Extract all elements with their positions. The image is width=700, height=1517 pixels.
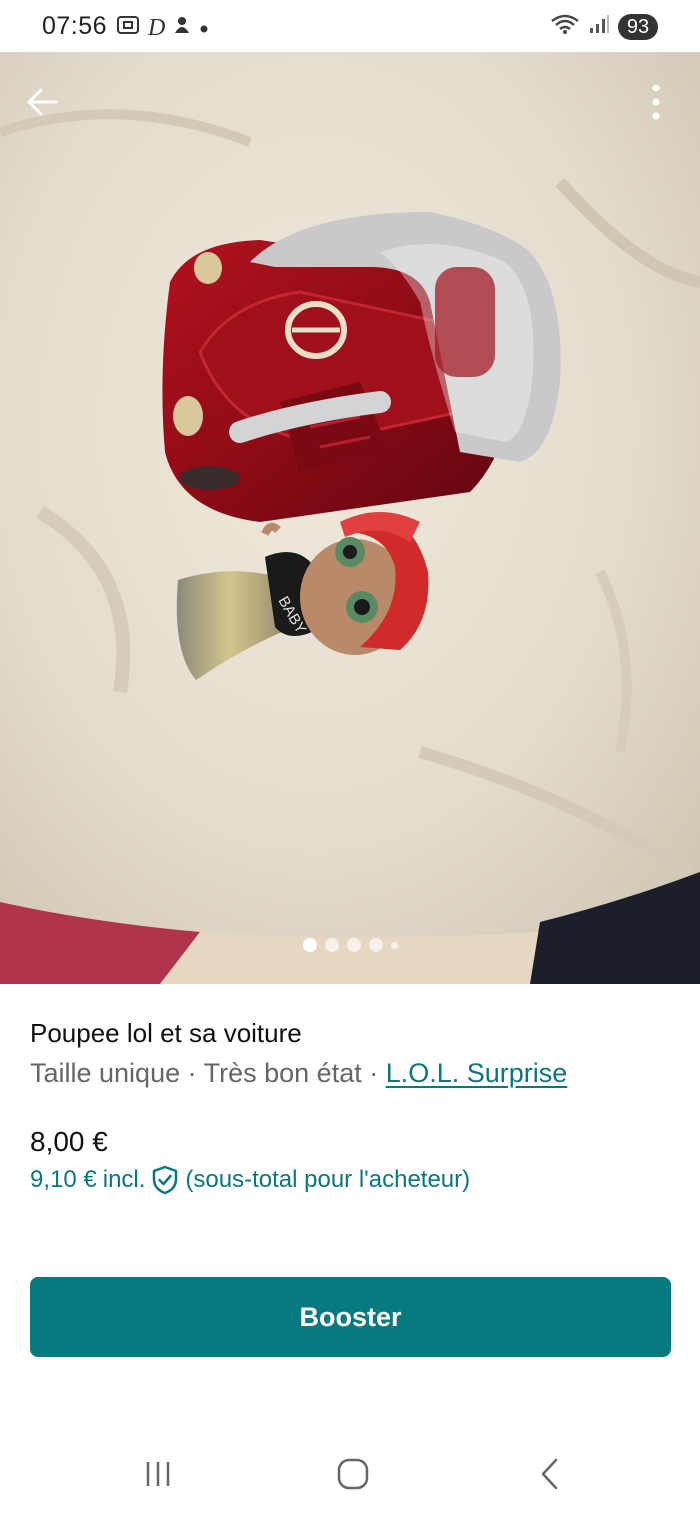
item-condition: Très bon état [203, 1058, 362, 1088]
home-icon [337, 1458, 369, 1490]
chevron-left-icon [541, 1458, 558, 1490]
more-options-button[interactable] [640, 80, 672, 124]
product-photo[interactable]: BABY [0, 52, 700, 984]
status-bar: 07:56 D 93 [0, 0, 700, 52]
more-vertical-icon [652, 84, 660, 120]
meta-separator: · [180, 1058, 204, 1088]
status-time: 07:56 [42, 12, 108, 40]
shield-check-icon [153, 1165, 178, 1195]
d-app-icon: D [148, 14, 166, 41]
buyer-price: 9,10 € [30, 1166, 97, 1193]
back-nav-button[interactable] [520, 1452, 580, 1496]
pagination-dot[interactable] [368, 938, 383, 952]
status-system-icons: 93 [550, 13, 658, 40]
wifi-icon [550, 13, 580, 40]
item-meta: Taille unique · Très bon état · L.O.L. S… [30, 1058, 567, 1089]
back-button[interactable] [22, 82, 62, 122]
recent-apps-icon [146, 1462, 170, 1486]
notification-icon [173, 15, 191, 41]
signal-icon [588, 13, 610, 40]
incl-label: incl. [102, 1166, 146, 1193]
pagination-dot[interactable] [390, 941, 398, 949]
item-title: Poupee lol et sa voiture [30, 1018, 302, 1048]
meta-separator: · [361, 1058, 386, 1088]
arrow-left-icon [27, 88, 58, 116]
screenshot-icon [116, 14, 140, 42]
status-notification-icons: D [116, 14, 209, 42]
product-photo-image: BABY [0, 52, 700, 984]
item-size: Taille unique [30, 1058, 181, 1088]
booster-button[interactable]: Booster [30, 1277, 671, 1357]
home-button[interactable] [323, 1452, 383, 1496]
dot-icon [199, 17, 209, 40]
recent-apps-button[interactable] [128, 1452, 188, 1496]
photo-pagination [0, 938, 700, 952]
system-nav-bar [0, 1430, 700, 1517]
pagination-dot[interactable] [302, 938, 317, 952]
pagination-dot[interactable] [346, 938, 361, 952]
item-price: 8,00 € [30, 1126, 108, 1157]
buyer-price-info[interactable]: 9,10 € incl. (sous-total pour l'acheteur… [30, 1165, 470, 1195]
brand-link[interactable]: L.O.L. Surprise [386, 1058, 568, 1088]
pagination-dot[interactable] [324, 938, 339, 952]
battery-badge: 93 [618, 13, 658, 40]
subtotal-note: (sous-total pour l'acheteur) [185, 1166, 471, 1193]
